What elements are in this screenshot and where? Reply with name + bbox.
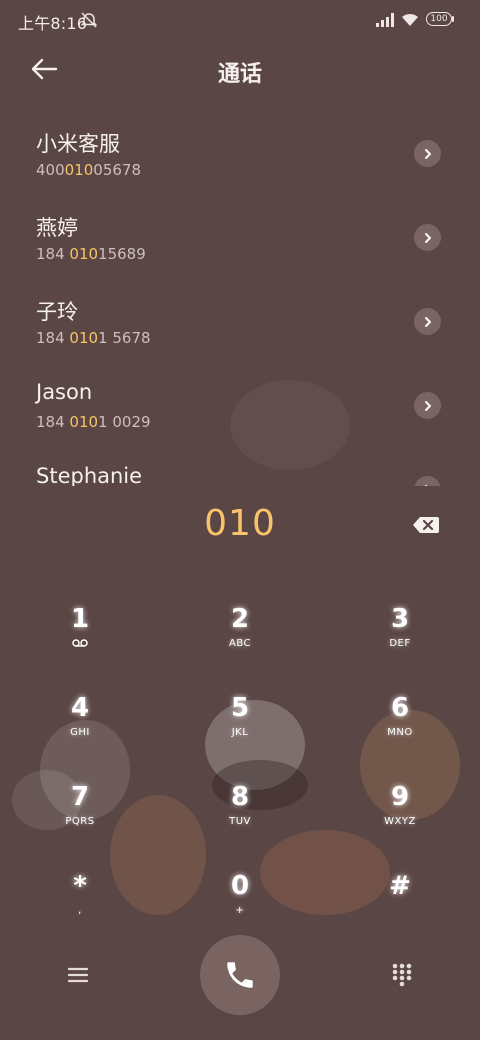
contact-name: 小米客服: [36, 132, 120, 156]
contact-number: 40001005678: [36, 161, 141, 179]
contact-name: 子玲: [36, 300, 78, 324]
chevron-right-icon: [424, 484, 428, 486]
dialer-screen: 上午8:16 100 通话 小米客服 40001005678 燕婷 184 01…: [0, 0, 480, 1040]
chevron-right-icon: [424, 148, 431, 159]
contact-item[interactable]: 燕婷 184 01015689: [0, 196, 480, 280]
contact-number: 184 0101 5678: [36, 329, 151, 347]
key-hash[interactable]: #: [345, 869, 455, 941]
key-letters: ABC: [228, 638, 251, 649]
dialpad-icon[interactable]: [388, 960, 416, 988]
key-3[interactable]: 3 DEF: [345, 602, 455, 674]
status-bar: 上午8:16 100: [0, 0, 480, 40]
key-letters: WXYZ: [384, 816, 416, 827]
signal-icon: [376, 13, 394, 27]
contact-detail-button[interactable]: [414, 140, 441, 167]
key-digit: 6: [390, 693, 410, 723]
key-5[interactable]: 5 JKL: [185, 691, 295, 763]
wifi-icon: [402, 13, 418, 26]
contact-item[interactable]: 小米客服 40001005678: [0, 112, 480, 196]
key-0[interactable]: 0 +: [185, 869, 295, 941]
call-button[interactable]: [200, 935, 280, 1015]
contact-number: 184 0101 0029: [36, 413, 151, 431]
key-digit: 3: [390, 604, 410, 634]
key-6[interactable]: 6 MNO: [345, 691, 455, 763]
number-match: 010: [69, 329, 99, 347]
key-digit: 2: [230, 604, 250, 634]
key-digit: 1: [70, 604, 90, 634]
menu-icon[interactable]: [64, 962, 92, 988]
contact-item[interactable]: 子玲 184 0101 5678: [0, 280, 480, 364]
contact-detail-button[interactable]: [414, 392, 441, 419]
key-digit: 7: [70, 782, 90, 812]
key-2[interactable]: 2 ABC: [185, 602, 295, 674]
key-digit: 5: [230, 693, 250, 723]
key-letters: DEF: [389, 638, 411, 649]
key-9[interactable]: 9 WXYZ: [345, 780, 455, 852]
key-letters: ,: [78, 905, 82, 916]
chevron-right-icon: [424, 316, 431, 327]
contact-name: Stephanie: [36, 464, 143, 486]
key-letters: +: [235, 905, 245, 916]
contact-detail-button[interactable]: [414, 224, 441, 251]
chevron-right-icon: [424, 232, 431, 243]
contact-name: Jason: [36, 380, 93, 404]
number-match: 010: [69, 245, 99, 263]
key-letters: MNO: [387, 727, 413, 738]
key-star[interactable]: * ,: [25, 869, 135, 941]
key-digit: #: [389, 871, 411, 901]
status-time: 上午8:16: [18, 14, 88, 33]
key-digit: 0: [230, 871, 250, 901]
dialed-number: 010: [204, 503, 276, 544]
battery-icon: 100: [426, 12, 452, 26]
contact-item[interactable]: Jason 184 0101 0029: [0, 364, 480, 448]
mute-icon: [80, 12, 98, 28]
key-digit: 4: [70, 693, 90, 723]
key-digit: 9: [390, 782, 410, 812]
key-letters: JKL: [231, 727, 249, 738]
number-match: 010: [64, 161, 94, 179]
contact-name: 燕婷: [36, 216, 78, 240]
number-match: 010: [69, 413, 99, 431]
contact-item[interactable]: Stephanie: [0, 448, 480, 486]
phone-icon: [227, 962, 253, 988]
contact-list: 小米客服 40001005678 燕婷 184 01015689 子玲 184 …: [0, 112, 480, 486]
contact-number: 184 01015689: [36, 245, 146, 263]
battery-tip: [452, 16, 454, 22]
battery-level: 100: [430, 14, 448, 24]
contact-detail-button[interactable]: [414, 308, 441, 335]
key-letters: TUV: [229, 816, 251, 827]
voicemail-icon: [72, 639, 88, 647]
key-digit: *: [73, 871, 87, 901]
key-1[interactable]: 1: [25, 602, 135, 674]
key-7[interactable]: 7 PQRS: [25, 780, 135, 852]
key-letters: GHI: [70, 727, 90, 738]
key-8[interactable]: 8 TUV: [185, 780, 295, 852]
contact-detail-button[interactable]: [414, 476, 441, 486]
backspace-icon[interactable]: [412, 514, 440, 536]
key-4[interactable]: 4 GHI: [25, 691, 135, 763]
chevron-right-icon: [424, 400, 431, 411]
key-digit: 8: [230, 782, 250, 812]
key-letters: PQRS: [65, 816, 95, 827]
page-title: 通话: [217, 62, 262, 87]
